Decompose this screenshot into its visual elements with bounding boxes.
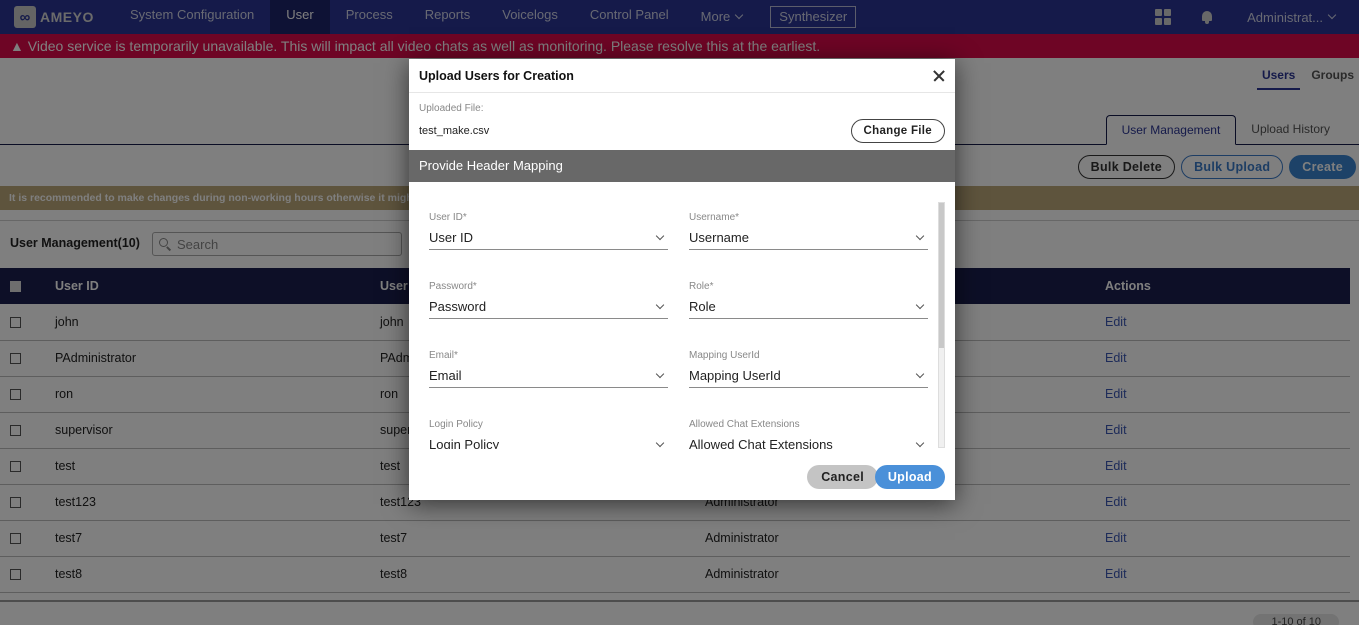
field-mapping-userid: Mapping UserId Mapping UserId <box>689 350 928 388</box>
field-username: Username* Username <box>689 212 928 250</box>
uploaded-file-label: Uploaded File: <box>419 103 484 114</box>
select-value: Password <box>429 299 487 314</box>
select-value: Email <box>429 368 462 383</box>
email-select[interactable]: Email <box>429 364 668 388</box>
allowed-chat-extensions-select[interactable]: Allowed Chat Extensions <box>689 433 928 449</box>
mapping-scrollbar[interactable] <box>938 202 945 448</box>
select-value: Role <box>689 299 716 314</box>
upload-users-modal: Upload Users for Creation Uploaded File:… <box>409 59 955 500</box>
username-select[interactable]: Username <box>689 226 928 250</box>
select-value: Username <box>689 230 749 245</box>
user-id-select[interactable]: User ID <box>429 226 668 250</box>
field-label: Role* <box>689 281 714 292</box>
chevron-down-icon <box>655 300 665 309</box>
field-label: Allowed Chat Extensions <box>689 419 800 430</box>
modal-title: Upload Users for Creation <box>419 68 574 83</box>
login-policy-select[interactable]: Login Policy <box>429 433 668 449</box>
select-value: Login Policy <box>429 437 500 449</box>
field-role: Role* Role <box>689 281 928 319</box>
uploaded-file-name: test_make.csv <box>419 125 490 137</box>
upload-button[interactable]: Upload <box>874 465 945 489</box>
chevron-down-icon <box>915 231 925 240</box>
select-value: Allowed Chat Extensions <box>689 437 833 449</box>
field-password: Password* Password <box>429 281 668 319</box>
field-label: User ID* <box>429 212 467 223</box>
mapping-userid-select[interactable]: Mapping UserId <box>689 364 928 388</box>
scrollbar-thumb[interactable] <box>939 203 944 348</box>
cancel-button[interactable]: Cancel <box>807 465 878 489</box>
select-value: Mapping UserId <box>689 368 781 383</box>
field-label: Password* <box>429 281 477 292</box>
chevron-down-icon <box>655 231 665 240</box>
chevron-down-icon <box>915 438 925 447</box>
field-allowed-chat-extensions: Allowed Chat Extensions Allowed Chat Ext… <box>689 419 928 449</box>
change-file-button[interactable]: Change File <box>850 119 945 143</box>
field-user-id: User ID* User ID <box>429 212 668 250</box>
close-icon[interactable] <box>933 70 945 82</box>
chevron-down-icon <box>655 369 665 378</box>
password-select[interactable]: Password <box>429 295 668 319</box>
field-email: Email* Email <box>429 350 668 388</box>
select-value: User ID <box>429 230 474 245</box>
modal-header: Upload Users for Creation <box>409 59 955 93</box>
header-mapping-form: User ID* User ID Username* Username Pass… <box>409 202 955 449</box>
field-label: Username* <box>689 212 740 223</box>
chevron-down-icon <box>915 300 925 309</box>
chevron-down-icon <box>655 438 665 447</box>
header-mapping-title: Provide Header Mapping <box>409 150 955 182</box>
chevron-down-icon <box>915 369 925 378</box>
field-login-policy: Login Policy Login Policy <box>429 419 668 449</box>
field-label: Login Policy <box>429 419 483 430</box>
field-label: Email* <box>429 350 458 361</box>
field-label: Mapping UserId <box>689 350 760 361</box>
role-select[interactable]: Role <box>689 295 928 319</box>
